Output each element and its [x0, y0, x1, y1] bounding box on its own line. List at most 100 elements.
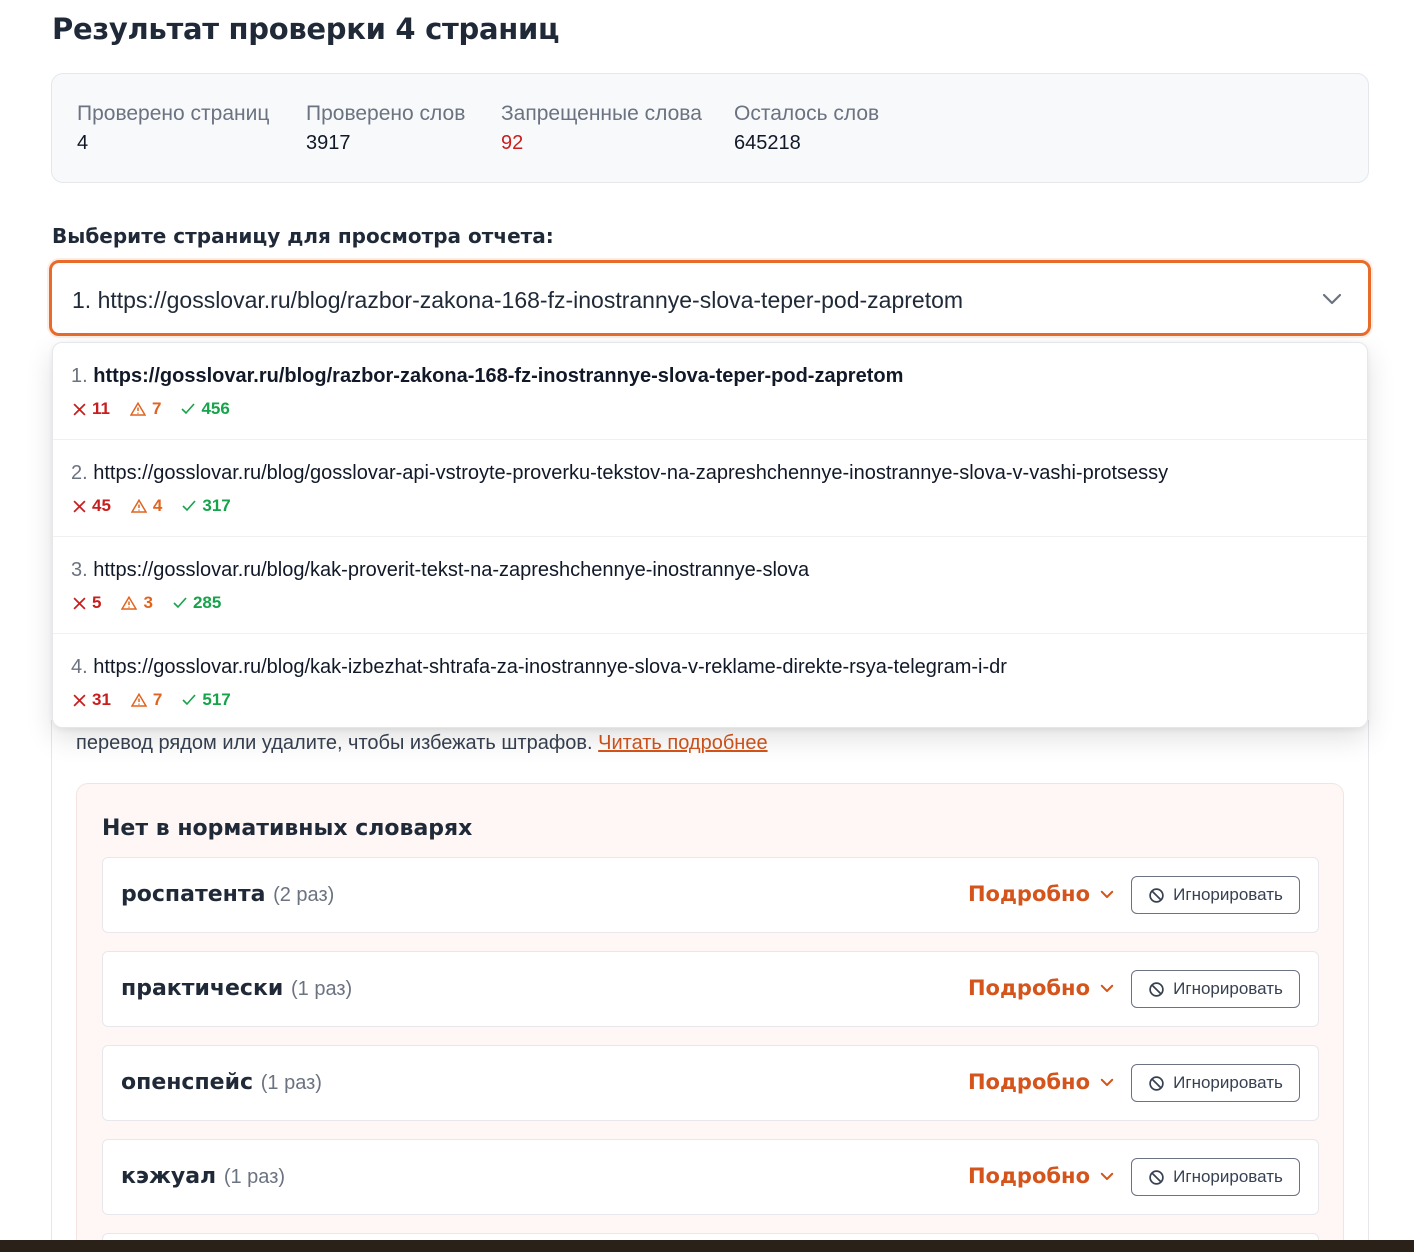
stat-pages-checked: Проверено страниц 4	[77, 102, 269, 155]
word-count: (1 раз)	[223, 1166, 286, 1188]
option-url: 1. https://gosslovar.ru/blog/razbor-zako…	[71, 365, 903, 388]
option-number: 3.	[71, 559, 88, 581]
option-counts: 31 7 517	[73, 690, 231, 710]
word-row: кэжуал (1 раз) Подробно Игнорировать	[102, 1139, 1319, 1215]
option-number: 2.	[71, 462, 88, 484]
word-row: роспатента (2 раз) Подробно Игнорировать	[102, 857, 1319, 933]
option-url: 2. https://gosslovar.ru/blog/gosslovar-a…	[71, 462, 1168, 485]
word-row: практически (1 раз) Подробно Игнорироват…	[102, 951, 1319, 1027]
details-label: Подробно	[967, 1070, 1090, 1094]
page-select-label: Выберите страницу для просмотра отчета:	[52, 224, 554, 248]
violations-card: Нет в нормативных словарях роспатента (2…	[76, 783, 1344, 1252]
option-url-text: https://gosslovar.ru/blog/kak-izbezhat-s…	[93, 656, 1007, 678]
word-text: роспатента (2 раз)	[121, 882, 334, 907]
error-count: 5	[73, 593, 101, 613]
dropdown-option-4[interactable]: 4. https://gosslovar.ru/blog/kak-izbezha…	[53, 634, 1367, 727]
stats-card: Проверено страниц 4 Проверено слов 3917 …	[51, 73, 1369, 183]
option-url-text: https://gosslovar.ru/blog/gosslovar-api-…	[93, 462, 1169, 484]
word-row: опенспейс (1 раз) Подробно Игнорировать	[102, 1045, 1319, 1121]
dropdown-option-2[interactable]: 2. https://gosslovar.ru/blog/gosslovar-a…	[53, 440, 1367, 537]
check-icon	[173, 597, 187, 609]
count-value: 4	[152, 496, 163, 515]
warning-icon	[130, 693, 147, 707]
option-number: 4.	[71, 656, 88, 678]
option-counts: 11 7 456	[73, 399, 230, 419]
warning-count: 3	[121, 593, 153, 613]
ban-icon	[1149, 1169, 1164, 1185]
word-count: (1 раз)	[290, 978, 353, 1000]
ok-count: 285	[173, 593, 221, 613]
page-select-value: 1. https://gosslovar.ru/blog/razbor-zako…	[72, 287, 964, 313]
details-button[interactable]: Подробно	[968, 882, 1116, 906]
word-text: практически (1 раз)	[121, 976, 352, 1001]
count-value: 285	[192, 593, 222, 612]
ignore-button[interactable]: Игнорировать	[1131, 876, 1300, 914]
error-count: 45	[73, 496, 111, 516]
stat-words-checked: Проверено слов 3917	[306, 102, 465, 155]
check-icon	[182, 500, 196, 512]
warning-count: 7	[129, 399, 162, 419]
violations-title: Нет в нормативных словарях	[102, 816, 473, 841]
word-count: (2 раз)	[273, 884, 335, 906]
chevron-down-icon	[1100, 1078, 1114, 1086]
details-button[interactable]: Подробно	[968, 1070, 1116, 1094]
word: роспатента	[121, 882, 266, 907]
word-count: (1 раз)	[260, 1072, 322, 1094]
chevron-down-icon	[1322, 293, 1342, 305]
word: кэжуал	[121, 1164, 217, 1189]
ignore-label: Игнорировать	[1173, 885, 1283, 904]
details-label: Подробно	[967, 976, 1090, 1000]
stat-label: Осталось слов	[734, 102, 880, 125]
dropdown-option-1[interactable]: 1. https://gosslovar.ru/blog/razbor-zako…	[53, 343, 1367, 440]
page-title: Результат проверки 4 страниц	[52, 12, 560, 46]
check-icon	[182, 694, 196, 706]
stat-value: 92	[501, 132, 524, 154]
warning-icon	[129, 402, 146, 416]
dropdown-option-3[interactable]: 3. https://gosslovar.ru/blog/kak-proveri…	[53, 537, 1367, 634]
bottom-bar	[0, 1240, 1414, 1252]
chevron-down-icon	[1100, 984, 1114, 992]
option-counts: 5 3 285	[73, 593, 221, 613]
ignore-label: Игнорировать	[1173, 979, 1283, 998]
ignore-button[interactable]: Игнорировать	[1131, 1064, 1300, 1102]
chevron-down-icon	[1100, 1172, 1114, 1180]
page-select-dropdown: 1. https://gosslovar.ru/blog/razbor-zako…	[52, 342, 1368, 728]
option-url: 4. https://gosslovar.ru/blog/kak-izbezha…	[71, 656, 1007, 679]
count-value: 45	[92, 496, 111, 515]
details-label: Подробно	[967, 882, 1090, 906]
ignore-button[interactable]: Игнорировать	[1131, 1158, 1300, 1196]
option-counts: 45 4 317	[73, 496, 231, 516]
page-select[interactable]: 1. https://gosslovar.ru/blog/razbor-zako…	[49, 260, 1371, 336]
warning-count: 7	[130, 690, 162, 710]
ban-icon	[1149, 887, 1164, 903]
count-value: 517	[202, 690, 231, 709]
chevron-down-icon	[1100, 890, 1114, 898]
ban-icon	[1149, 981, 1164, 997]
word-text: опенспейс (1 раз)	[121, 1070, 322, 1095]
count-value: 7	[151, 399, 162, 418]
option-url: 3. https://gosslovar.ru/blog/kak-proveri…	[71, 559, 809, 582]
stat-label: Проверено слов	[306, 102, 466, 125]
warning-count: 4	[130, 496, 163, 516]
x-icon	[73, 596, 86, 610]
error-count: 11	[73, 399, 110, 419]
ok-count: 517	[182, 690, 231, 710]
count-value: 5	[92, 593, 102, 612]
details-button[interactable]: Подробно	[968, 976, 1116, 1000]
stat-label: Запрещенные слова	[501, 102, 702, 125]
ignore-label: Игнорировать	[1173, 1073, 1283, 1092]
stat-label: Проверено страниц	[77, 102, 270, 125]
option-number: 1.	[71, 365, 88, 387]
word: опенспейс	[121, 1070, 254, 1095]
ignore-button[interactable]: Игнорировать	[1131, 970, 1300, 1008]
ignore-label: Игнорировать	[1173, 1167, 1283, 1186]
stat-forbidden-words: Запрещенные слова 92	[501, 102, 702, 155]
details-button[interactable]: Подробно	[968, 1164, 1116, 1188]
option-url-text: https://gosslovar.ru/blog/kak-proverit-t…	[93, 559, 810, 581]
notice-text: перевод рядом или удалите, чтобы избежат…	[76, 732, 768, 755]
ban-icon	[1149, 1075, 1164, 1091]
stat-value: 4	[77, 132, 89, 154]
count-value: 317	[202, 496, 231, 515]
read-more-link[interactable]: Читать подробнее	[598, 732, 767, 754]
error-count: 31	[73, 690, 111, 710]
